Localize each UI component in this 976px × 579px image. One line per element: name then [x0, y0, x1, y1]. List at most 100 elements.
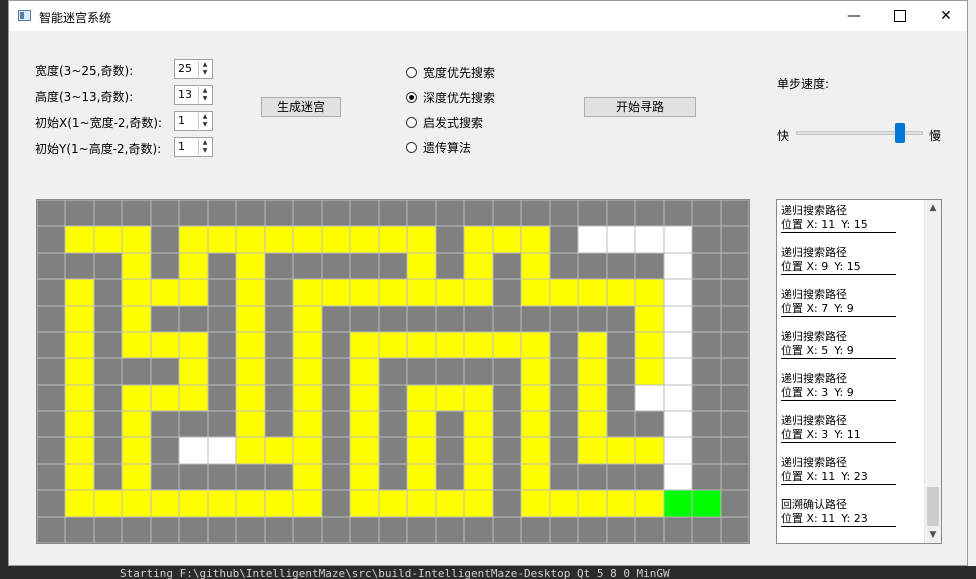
maze-wall-cell [720, 305, 749, 332]
maze-visited-cell [293, 490, 322, 517]
radio-indicator[interactable] [406, 67, 417, 78]
maze-visited-cell [407, 252, 436, 280]
maze-visited-cell [236, 305, 265, 332]
maze-wall-cell [179, 516, 208, 543]
maze-visited-cell [179, 252, 208, 280]
maze-wall-cell [378, 200, 408, 227]
close-button[interactable]: ✕ [923, 1, 969, 31]
algorithm-radio-2[interactable]: 深度优先搜索 [406, 89, 495, 106]
maze-visited-cell [264, 490, 294, 517]
maze-visited-cell [606, 437, 636, 464]
maze-wall-cell [720, 490, 749, 517]
maze-wall-cell [435, 305, 465, 332]
maze-goal-cell [692, 490, 721, 517]
maze-open-cell [663, 279, 693, 306]
radio-indicator[interactable] [406, 92, 417, 103]
maze-visited-cell [578, 490, 607, 517]
maze-visited-cell [521, 358, 550, 385]
maze-open-cell [663, 358, 693, 385]
algorithm-radio-3[interactable]: 启发式搜索 [406, 114, 483, 131]
maze-visited-cell [578, 358, 607, 385]
maze-wall-cell [122, 200, 151, 227]
width-spinbox[interactable]: 25 ▲ ▼ [174, 59, 213, 79]
spin-arrows-icon[interactable]: ▲ ▼ [198, 113, 211, 129]
maze-grid [36, 199, 750, 544]
maze-wall-cell [37, 200, 66, 227]
maze-wall-cell [407, 305, 436, 332]
maze-visited-cell [378, 490, 408, 517]
algorithm-radio-4[interactable]: 遗传算法 [406, 139, 471, 156]
maze-visited-cell [65, 463, 94, 491]
maze-visited-cell [65, 490, 94, 517]
scroll-up-icon[interactable]: ▲ [925, 200, 941, 216]
maze-visited-cell [492, 331, 522, 359]
starty-spinbox[interactable]: 1 ▲ ▼ [174, 137, 213, 157]
maze-wall-cell [264, 279, 294, 306]
maze-visited-cell [122, 384, 151, 412]
maze-visited-cell [378, 279, 408, 306]
minimize-button[interactable]: — [831, 1, 877, 31]
generate-maze-button[interactable]: 生成迷宫 [261, 97, 341, 117]
maximize-button[interactable] [877, 1, 923, 31]
algorithm-radio-1[interactable]: 宽度优先搜索 [406, 64, 495, 81]
maze-open-cell [663, 331, 693, 359]
window-title: 智能迷宫系统 [39, 11, 112, 25]
maze-wall-cell [150, 463, 180, 491]
speed-slider-handle[interactable] [895, 123, 905, 143]
height-label: 高度(3~13,奇数): [35, 90, 134, 104]
maze-wall-cell [492, 384, 522, 412]
maze-visited-cell [350, 463, 379, 491]
maze-wall-cell [37, 411, 66, 438]
maze-visited-cell [350, 411, 379, 438]
height-spinbox[interactable]: 13 ▲ ▼ [174, 85, 213, 105]
maze-visited-cell [293, 384, 322, 412]
maze-visited-cell [179, 279, 208, 306]
maze-wall-cell [264, 331, 294, 359]
maze-visited-cell [65, 279, 94, 306]
maze-wall-cell [692, 226, 721, 253]
close-icon: ✕ [940, 8, 952, 24]
maze-visited-cell [150, 279, 180, 306]
maze-visited-cell [293, 411, 322, 438]
maze-wall-cell [236, 516, 265, 543]
maze-wall-cell [549, 411, 579, 438]
startx-spinbox[interactable]: 1 ▲ ▼ [174, 111, 213, 131]
log-entry: 递归搜索路径 位置 X: 3 Y: 11 [781, 414, 896, 443]
maze-visited-cell [435, 279, 465, 306]
maze-wall-cell [236, 200, 265, 227]
spin-arrows-icon[interactable]: ▲ ▼ [198, 87, 211, 103]
maze-visited-cell [236, 226, 265, 253]
maze-visited-cell [65, 305, 94, 332]
radio-indicator[interactable] [406, 142, 417, 153]
maze-wall-cell [720, 358, 749, 385]
maze-visited-cell [122, 226, 151, 253]
speed-fast-label: 快 [777, 129, 790, 143]
maze-visited-cell [179, 226, 208, 253]
scroll-down-icon[interactable]: ▼ [925, 527, 941, 543]
maze-wall-cell [578, 305, 607, 332]
maze-wall-cell [179, 463, 208, 491]
maze-wall-cell [65, 200, 94, 227]
maze-wall-cell [464, 200, 493, 227]
maze-wall-cell [549, 200, 579, 227]
radio-indicator[interactable] [406, 117, 417, 128]
log-scrollbar[interactable]: ▲ ▼ [924, 200, 941, 543]
spin-arrows-icon[interactable]: ▲ ▼ [198, 139, 211, 155]
maze-wall-cell [207, 200, 237, 227]
maze-visited-cell [122, 252, 151, 280]
search-log-list[interactable]: ▲ ▼ 递归搜索路径 位置 X: 11 Y: 15 递归搜索路径 位置 X: 9 Y: 1… [776, 199, 942, 544]
maze-visited-cell [378, 331, 408, 359]
log-entry-position: 位置 X: 11 Y: 15 [781, 218, 896, 232]
log-entry-x: 位置 X: 3 [781, 386, 829, 399]
maze-wall-cell [606, 516, 636, 543]
maze-open-cell [663, 305, 693, 332]
start-pathfinding-button[interactable]: 开始寻路 [584, 97, 696, 117]
spin-arrows-icon[interactable]: ▲ ▼ [198, 61, 211, 77]
scrollbar-thumb[interactable] [927, 487, 939, 526]
maze-visited-cell [122, 305, 151, 332]
maze-visited-cell [464, 279, 493, 306]
maze-visited-cell [350, 331, 379, 359]
maze-wall-cell [378, 463, 408, 491]
maze-wall-cell [635, 252, 664, 280]
maze-visited-cell [521, 331, 550, 359]
